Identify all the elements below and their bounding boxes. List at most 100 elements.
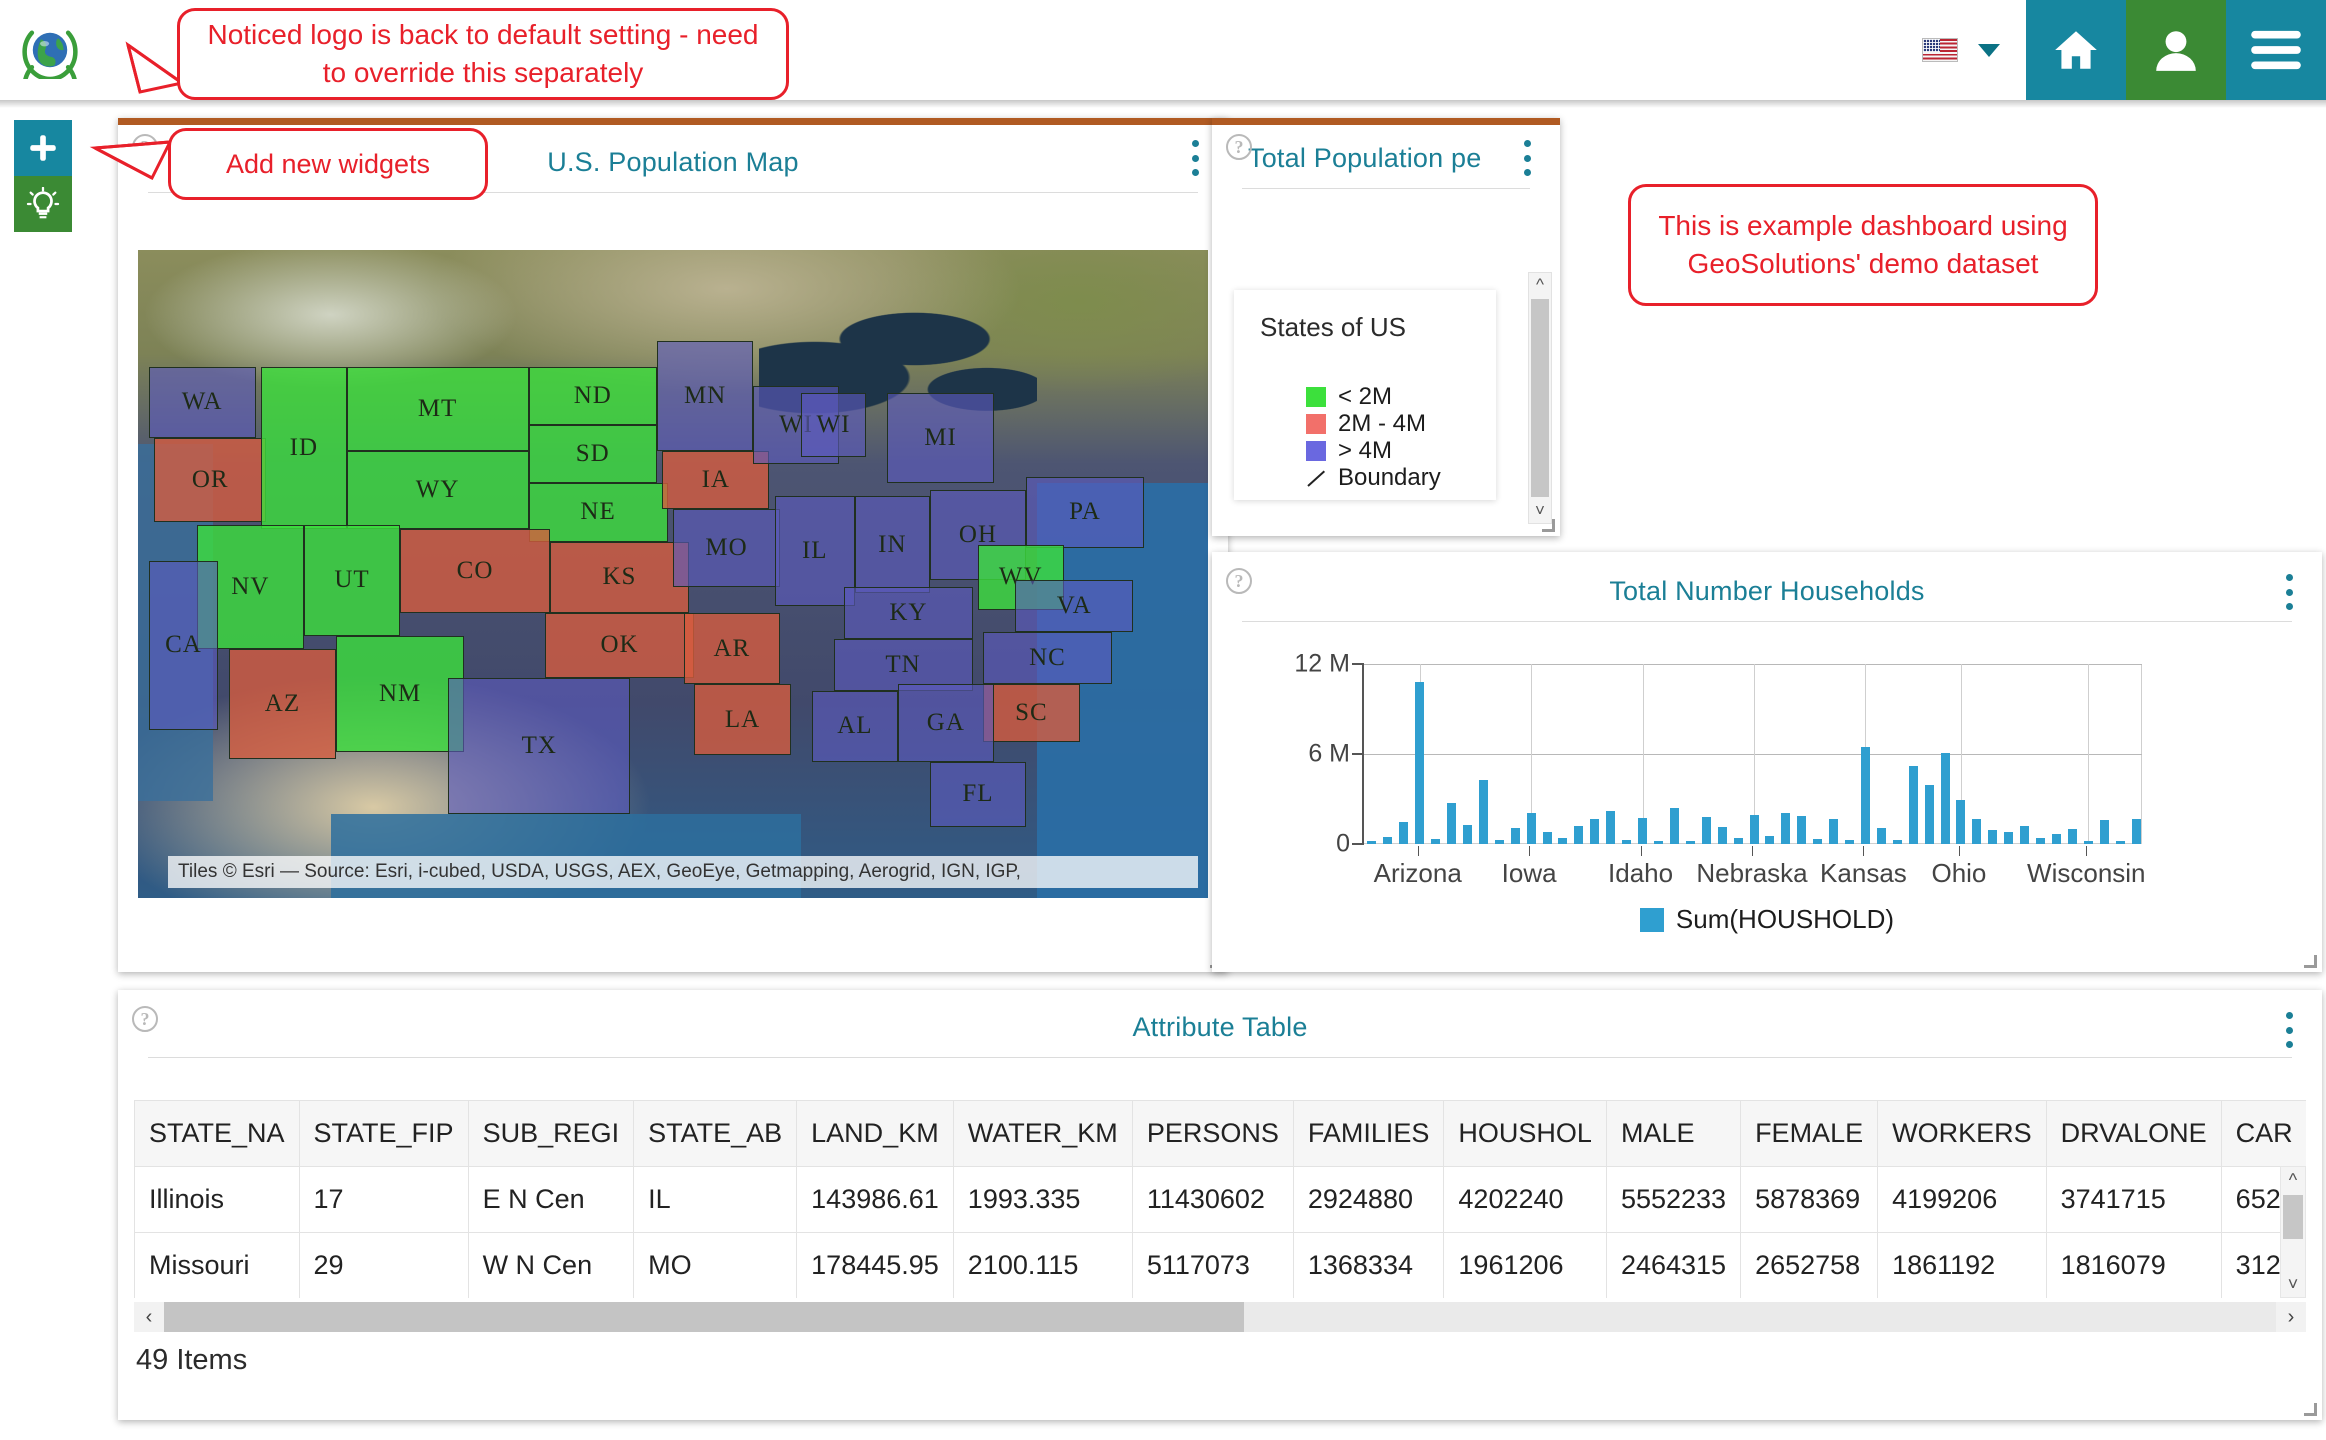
chart-bar[interactable]	[1653, 841, 1663, 844]
chart-bar[interactable]	[1845, 840, 1854, 844]
chart-bar[interactable]	[1478, 780, 1488, 844]
map-state-ut[interactable]: UT	[303, 525, 401, 636]
chart-bar[interactable]	[1876, 828, 1886, 844]
table-column-header[interactable]: FEMALE	[1740, 1100, 1879, 1167]
chart-bar[interactable]	[2036, 837, 2046, 844]
map-state-id[interactable]: ID	[261, 366, 347, 529]
legend-widget-menu-button[interactable]	[1516, 140, 1538, 176]
language-selector[interactable]	[1922, 0, 2026, 100]
table-column-header[interactable]: WORKERS	[1877, 1100, 2047, 1167]
map-state-mn[interactable]: MN	[656, 340, 754, 451]
chart-bar[interactable]	[1542, 832, 1552, 844]
chart-bar[interactable]	[1781, 813, 1791, 844]
attribute-table-scroll-region[interactable]: STATE_NA STATE_FIP SUB_REGI STATE_AB LAND_KM…	[134, 1100, 2306, 1298]
map-state-ky[interactable]: KY	[844, 586, 973, 639]
chart-bar[interactable]	[1462, 824, 1472, 844]
map-state-ks[interactable]: KS	[549, 541, 690, 613]
table-row[interactable]: Missouri 29 W N Cen MO 178445.95 2100.115 5117…	[134, 1232, 2306, 1298]
table-column-header[interactable]: SUB_REGI	[467, 1100, 635, 1167]
chart-bar[interactable]	[1717, 826, 1727, 844]
table-column-header[interactable]: DRVALONE	[2045, 1100, 2222, 1167]
map-state-nd[interactable]: ND	[528, 366, 657, 425]
help-icon[interactable]: ?	[132, 134, 158, 160]
table-column-header[interactable]: STATE_FIP	[298, 1100, 469, 1167]
table-column-header[interactable]: STATE_AB	[633, 1100, 798, 1167]
chart-bar[interactable]	[1622, 839, 1632, 844]
map-state-pa[interactable]: PA	[1026, 476, 1144, 549]
scrollbar-track[interactable]	[164, 1302, 2276, 1332]
table-column-header[interactable]: LAND_KM	[796, 1100, 954, 1167]
chart-bar[interactable]	[1972, 819, 1982, 844]
map-canvas[interactable]: WA OR ID MT ND SD WY NE MN NV UT CO CA AZ NM KS OK TX IA MO…	[138, 250, 1208, 898]
chart-bar[interactable]	[1367, 841, 1377, 844]
chart-bar[interactable]	[1526, 813, 1536, 844]
map-state-co[interactable]: CO	[400, 528, 550, 613]
home-button[interactable]	[2026, 0, 2126, 100]
table-horizontal-scrollbar[interactable]: ‹ ›	[134, 1302, 2306, 1332]
chart-bar[interactable]	[2131, 818, 2141, 844]
chart-bar[interactable]	[1765, 835, 1775, 844]
scroll-left-icon[interactable]: ‹	[134, 1302, 164, 1332]
add-widget-button[interactable]	[14, 120, 72, 176]
chart-bar[interactable]	[1574, 826, 1584, 844]
scroll-up-icon[interactable]: ^	[2281, 1167, 2305, 1193]
chart-bar[interactable]	[1510, 828, 1520, 844]
chart-bar[interactable]	[1415, 682, 1425, 844]
tips-button[interactable]	[14, 176, 72, 232]
menu-button[interactable]	[2226, 0, 2326, 100]
legend-vertical-scrollbar[interactable]: ^ ˅	[1528, 272, 1552, 524]
map-state-ga[interactable]: GA	[897, 684, 994, 762]
chart-bar[interactable]	[2099, 820, 2109, 844]
chart-bar[interactable]	[1908, 766, 1918, 844]
chart-bar[interactable]	[1431, 839, 1441, 844]
chart-bar[interactable]	[2020, 826, 2030, 844]
map-state-wi[interactable]: WI	[801, 392, 866, 458]
scroll-up-icon[interactable]: ^	[1529, 273, 1551, 297]
map-state-sd[interactable]: SD	[528, 424, 657, 484]
help-icon[interactable]: ?	[132, 1006, 158, 1032]
chart-bar[interactable]	[1399, 822, 1409, 844]
map-state-tn[interactable]: TN	[833, 638, 973, 691]
chart-bar[interactable]	[1749, 814, 1759, 844]
table-column-header[interactable]: STATE_NA	[134, 1100, 300, 1167]
chart-bar[interactable]	[2051, 834, 2061, 844]
chart-bar[interactable]	[1685, 841, 1695, 844]
chart-bar[interactable]	[2115, 841, 2125, 844]
map-state-ca[interactable]: CA	[148, 561, 219, 730]
chart-bar[interactable]	[1447, 802, 1457, 844]
map-state-nm[interactable]: NM	[335, 635, 465, 753]
chart-bar[interactable]	[2004, 831, 2014, 844]
chart-bar[interactable]	[1860, 747, 1870, 844]
chart-bar[interactable]	[1494, 840, 1504, 844]
map-state-sc[interactable]: SC	[983, 684, 1080, 743]
table-column-header[interactable]: FAMILIES	[1292, 1100, 1445, 1167]
chart-bar[interactable]	[1638, 817, 1648, 844]
scrollbar-thumb[interactable]	[164, 1302, 1244, 1332]
map-state-wy[interactable]: WY	[346, 450, 529, 529]
chart-bar[interactable]	[1590, 819, 1600, 844]
map-state-mt[interactable]: MT	[346, 366, 529, 451]
chart-bar[interactable]	[1606, 811, 1616, 844]
chart-widget-menu-button[interactable]	[2278, 574, 2300, 610]
table-column-header[interactable]: PERSONS	[1131, 1100, 1294, 1167]
map-widget-menu-button[interactable]	[1184, 140, 1206, 176]
table-row[interactable]: Illinois 17 E N Cen IL 143986.61 1993.335 1143…	[134, 1166, 2306, 1233]
map-state-wa[interactable]: WA	[148, 366, 256, 438]
chevron-down-icon[interactable]	[1978, 43, 2000, 57]
table-column-header[interactable]: HOUSHOL	[1443, 1100, 1607, 1167]
map-state-in[interactable]: IN	[854, 496, 930, 594]
table-column-header[interactable]: CAR	[2220, 1100, 2306, 1167]
map-state-az[interactable]: AZ	[228, 648, 336, 759]
table-widget-menu-button[interactable]	[2278, 1012, 2300, 1048]
map-state-ok[interactable]: OK	[544, 612, 695, 678]
table-column-header[interactable]: WATER_KM	[952, 1100, 1133, 1167]
user-button[interactable]	[2126, 0, 2226, 100]
map-state-mo[interactable]: MO	[673, 509, 780, 587]
scroll-down-icon[interactable]: ˅	[2281, 1271, 2305, 1297]
map-state-nc[interactable]: NC	[983, 632, 1112, 685]
chart-bar[interactable]	[1383, 836, 1393, 844]
map-state-la[interactable]: LA	[694, 684, 791, 756]
chart-bar[interactable]	[1892, 839, 1902, 844]
chart-bar[interactable]	[2067, 829, 2077, 844]
map-state-ar[interactable]: AR	[683, 612, 780, 685]
